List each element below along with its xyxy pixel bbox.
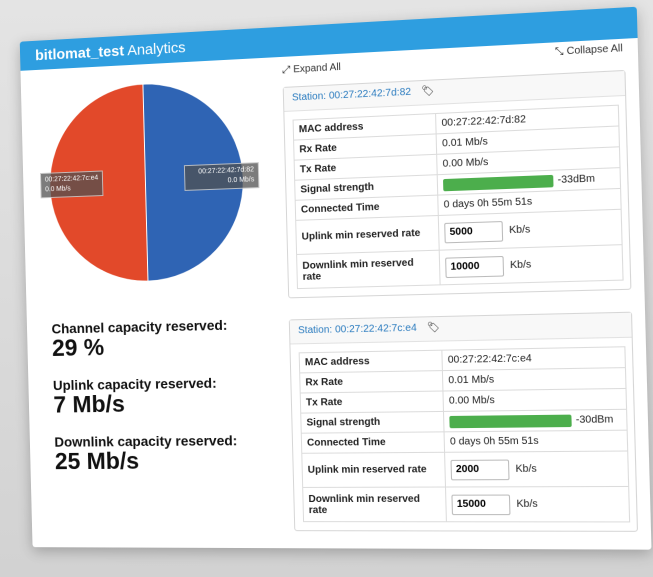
unit-label: Kb/s [515,464,536,475]
uplink-rate-input[interactable] [450,459,509,480]
stations-panel: ⤢ Expand All ⤡ Collapse All Station: 00:27… [280,38,645,549]
uplink-cell: Kb/s [445,451,629,487]
stat-value: 25 Mb/s [55,448,239,475]
stat-value: 29 % [52,333,229,362]
connected-value: 0 days 0h 55m 51s [444,430,628,452]
tx-value: 0.00 Mb/s [443,388,627,411]
capacity-summary: 00:27:22:42:7c:e4 0.0 Mb/s 00:27:22:42:7… [20,57,286,548]
tx-label: Tx Rate [300,391,443,413]
signal-value: -33dBm [557,173,595,186]
signal-cell: -30dBm [443,409,627,432]
uplink-capacity-stat: Uplink capacity reserved: 7 Mb/s [53,375,218,419]
pie-label-7d-82: 00:27:22:42:7d:82 0.0 Mb/s [184,162,260,191]
collapse-all-button[interactable]: ⤡ Collapse All [555,43,623,58]
rx-label: Rx Rate [300,371,443,393]
expand-all-button[interactable]: ⤢ Expand All [282,62,341,76]
pie-chart: 00:27:22:42:7c:e4 0.0 Mb/s 00:27:22:42:7… [38,78,266,284]
station-info-table: MAC address 00:27:22:42:7c:e4 Rx Rate 0.01… [299,346,631,522]
station-card: Station: 00:27:22:42:7c:e4 🏷︎ MAC address… [289,312,638,532]
mac-value: 00:27:22:42:7c:e4 [442,347,626,371]
signal-strength-bar [449,414,571,428]
collapse-all-label: Collapse All [567,43,623,57]
downlink-capacity-stat: Downlink capacity reserved: 25 Mb/s [54,432,238,475]
unit-label: Kb/s [516,499,537,510]
analytics-panel: bitlomat_test Analytics 00:27:22:42:7c:e… [20,7,652,550]
downlink-label: Downlink min reserved rate [303,487,447,522]
background: bitlomat_test Analytics 00:27:22:42:7c:e… [0,0,653,577]
pie-label-rate: 0.0 Mb/s [45,183,98,195]
tag-icon[interactable]: 🏷︎ [421,86,434,98]
connected-label: Connected Time [301,432,444,453]
station-title-link[interactable]: Station: 00:27:22:42:7d:82 [292,87,411,104]
station-card: Station: 00:27:22:42:7d:82 🏷︎ MAC address… [283,70,632,298]
table-row: Uplink min reserved rate Kb/s [302,451,629,487]
station-info-table: MAC address 00:27:22:42:7d:82 Rx Rate 0.01… [293,105,624,289]
station-header: Station: 00:27:22:42:7c:e4 🏷︎ [290,313,632,345]
mac-label: MAC address [299,350,442,373]
table-row: Connected Time 0 days 0h 55m 51s [301,430,627,453]
downlink-cell: Kb/s [445,486,629,521]
tag-icon[interactable]: 🏷︎ [427,322,440,333]
pie-label-7c-e4: 00:27:22:42:7c:e4 0.0 Mb/s [40,170,103,198]
collapse-icon: ⤡ [555,46,564,58]
channel-capacity-stat: Channel capacity reserved: 29 % [51,317,228,362]
uplink-rate-input[interactable] [444,220,503,242]
expand-icon: ⤢ [282,64,290,75]
stat-label: Uplink capacity reserved: [53,375,217,393]
rx-value: 0.01 Mb/s [442,368,626,391]
signal-value: -30dBm [576,414,614,426]
signal-strength-bar [443,174,554,190]
uplink-cell: Kb/s [438,209,622,250]
downlink-rate-input[interactable] [445,255,504,277]
station-title-link[interactable]: Station: 00:27:22:42:7c:e4 [298,323,417,337]
uplink-label: Uplink min reserved rate [302,452,446,487]
uplink-label: Uplink min reserved rate [296,215,440,254]
signal-label: Signal strength [301,411,444,433]
unit-label: Kb/s [510,259,531,271]
network-name: bitlomat_test [35,43,124,64]
stat-label: Downlink capacity reserved: [54,432,237,449]
expand-all-label: Expand All [293,62,341,76]
table-row: Signal strength -30dBm [301,409,627,433]
downlink-label: Downlink min reserved rate [297,250,441,288]
stat-value: 7 Mb/s [53,391,217,419]
pie-label-mac: 00:27:22:42:7c:e4 [45,174,98,186]
panel-title-suffix: Analytics [124,39,186,59]
downlink-cell: Kb/s [439,245,623,285]
downlink-rate-input[interactable] [451,494,510,515]
unit-label: Kb/s [509,224,530,236]
table-row: Downlink min reserved rate Kb/s [303,486,630,521]
